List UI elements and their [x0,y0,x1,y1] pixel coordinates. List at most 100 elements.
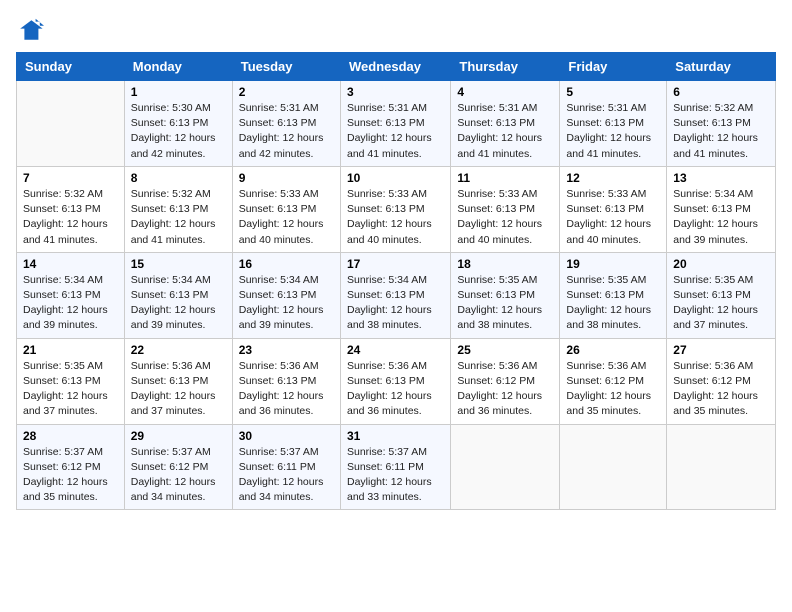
day-info: Sunrise: 5:32 AM Sunset: 6:13 PM Dayligh… [23,187,118,248]
day-number: 10 [347,171,444,185]
day-number: 18 [457,257,553,271]
day-cell: 22 Sunrise: 5:36 AM Sunset: 6:13 PM Dayli… [124,338,232,424]
day-number: 22 [131,343,226,357]
day-number: 13 [673,171,769,185]
day-number: 9 [239,171,334,185]
day-cell: 15 Sunrise: 5:34 AM Sunset: 6:13 PM Dayli… [124,252,232,338]
day-number: 30 [239,429,334,443]
day-number: 2 [239,85,334,99]
day-number: 5 [566,85,660,99]
day-cell: 18 Sunrise: 5:35 AM Sunset: 6:13 PM Dayli… [451,252,560,338]
day-info: Sunrise: 5:33 AM Sunset: 6:13 PM Dayligh… [566,187,660,248]
day-number: 8 [131,171,226,185]
day-number: 11 [457,171,553,185]
day-info: Sunrise: 5:35 AM Sunset: 6:13 PM Dayligh… [673,273,769,334]
day-number: 4 [457,85,553,99]
page-header [16,16,776,44]
day-cell [451,424,560,510]
day-number: 15 [131,257,226,271]
day-info: Sunrise: 5:35 AM Sunset: 6:13 PM Dayligh… [566,273,660,334]
day-info: Sunrise: 5:31 AM Sunset: 6:13 PM Dayligh… [566,101,660,162]
day-info: Sunrise: 5:37 AM Sunset: 6:12 PM Dayligh… [131,445,226,506]
day-info: Sunrise: 5:31 AM Sunset: 6:13 PM Dayligh… [457,101,553,162]
day-info: Sunrise: 5:36 AM Sunset: 6:13 PM Dayligh… [131,359,226,420]
day-cell: 6Sunrise: 5:32 AM Sunset: 6:13 PM Daylig… [667,81,776,167]
day-info: Sunrise: 5:35 AM Sunset: 6:13 PM Dayligh… [457,273,553,334]
day-info: Sunrise: 5:36 AM Sunset: 6:12 PM Dayligh… [457,359,553,420]
day-cell: 13Sunrise: 5:34 AM Sunset: 6:13 PM Dayli… [667,166,776,252]
day-number: 21 [23,343,118,357]
day-number: 16 [239,257,334,271]
day-number: 23 [239,343,334,357]
day-cell: 30Sunrise: 5:37 AM Sunset: 6:11 PM Dayli… [232,424,340,510]
day-info: Sunrise: 5:35 AM Sunset: 6:13 PM Dayligh… [23,359,118,420]
day-cell: 20 Sunrise: 5:35 AM Sunset: 6:13 PM Dayli… [667,252,776,338]
day-cell: 11 Sunrise: 5:33 AM Sunset: 6:13 PM Dayli… [451,166,560,252]
day-number: 3 [347,85,444,99]
day-cell: 3 Sunrise: 5:31 AM Sunset: 6:13 PM Daylig… [340,81,450,167]
day-info: Sunrise: 5:34 AM Sunset: 6:13 PM Dayligh… [239,273,334,334]
day-cell [560,424,667,510]
day-cell: 23Sunrise: 5:36 AM Sunset: 6:13 PM Dayli… [232,338,340,424]
day-cell: 31 Sunrise: 5:37 AM Sunset: 6:11 PM Dayli… [340,424,450,510]
day-cell: 8 Sunrise: 5:32 AM Sunset: 6:13 PM Daylig… [124,166,232,252]
day-number: 19 [566,257,660,271]
day-number: 20 [673,257,769,271]
week-row-3: 14 Sunrise: 5:34 AM Sunset: 6:13 PM Dayli… [17,252,776,338]
day-cell: 1 Sunrise: 5:30 AM Sunset: 6:13 PM Daylig… [124,81,232,167]
day-cell: 16 Sunrise: 5:34 AM Sunset: 6:13 PM Dayli… [232,252,340,338]
day-cell: 10 Sunrise: 5:33 AM Sunset: 6:13 PM Dayli… [340,166,450,252]
day-cell: 24Sunrise: 5:36 AM Sunset: 6:13 PM Dayli… [340,338,450,424]
day-info: Sunrise: 5:37 AM Sunset: 6:11 PM Dayligh… [347,445,444,506]
day-number: 28 [23,429,118,443]
day-number: 1 [131,85,226,99]
day-cell: 19 Sunrise: 5:35 AM Sunset: 6:13 PM Dayli… [560,252,667,338]
day-info: Sunrise: 5:33 AM Sunset: 6:13 PM Dayligh… [457,187,553,248]
day-info: Sunrise: 5:34 AM Sunset: 6:13 PM Dayligh… [347,273,444,334]
logo [16,16,48,44]
day-info: Sunrise: 5:31 AM Sunset: 6:13 PM Dayligh… [239,101,334,162]
day-cell: 27Sunrise: 5:36 AM Sunset: 6:12 PM Dayli… [667,338,776,424]
day-info: Sunrise: 5:30 AM Sunset: 6:13 PM Dayligh… [131,101,226,162]
day-cell: 17 Sunrise: 5:34 AM Sunset: 6:13 PM Dayli… [340,252,450,338]
day-info: Sunrise: 5:32 AM Sunset: 6:13 PM Dayligh… [673,101,769,162]
day-cell: 29 Sunrise: 5:37 AM Sunset: 6:12 PM Dayli… [124,424,232,510]
week-row-4: 21 Sunrise: 5:35 AM Sunset: 6:13 PM Dayli… [17,338,776,424]
day-number: 25 [457,343,553,357]
day-info: Sunrise: 5:36 AM Sunset: 6:12 PM Dayligh… [673,359,769,420]
header-cell-friday: Friday [560,53,667,81]
day-cell: 4 Sunrise: 5:31 AM Sunset: 6:13 PM Daylig… [451,81,560,167]
day-info: Sunrise: 5:32 AM Sunset: 6:13 PM Dayligh… [131,187,226,248]
week-row-2: 7 Sunrise: 5:32 AM Sunset: 6:13 PM Daylig… [17,166,776,252]
day-info: Sunrise: 5:36 AM Sunset: 6:12 PM Dayligh… [566,359,660,420]
day-cell: 25 Sunrise: 5:36 AM Sunset: 6:12 PM Dayli… [451,338,560,424]
day-cell: 21 Sunrise: 5:35 AM Sunset: 6:13 PM Dayli… [17,338,125,424]
header-cell-sunday: Sunday [17,53,125,81]
day-cell: 9 Sunrise: 5:33 AM Sunset: 6:13 PM Daylig… [232,166,340,252]
day-number: 31 [347,429,444,443]
day-cell: 14 Sunrise: 5:34 AM Sunset: 6:13 PM Dayli… [17,252,125,338]
day-info: Sunrise: 5:33 AM Sunset: 6:13 PM Dayligh… [347,187,444,248]
day-cell: 2 Sunrise: 5:31 AM Sunset: 6:13 PM Daylig… [232,81,340,167]
day-number: 12 [566,171,660,185]
day-info: Sunrise: 5:33 AM Sunset: 6:13 PM Dayligh… [239,187,334,248]
day-cell [667,424,776,510]
calendar-table: SundayMondayTuesdayWednesdayThursdayFrid… [16,52,776,510]
day-info: Sunrise: 5:31 AM Sunset: 6:13 PM Dayligh… [347,101,444,162]
day-cell [17,81,125,167]
header-row: SundayMondayTuesdayWednesdayThursdayFrid… [17,53,776,81]
day-number: 7 [23,171,118,185]
day-info: Sunrise: 5:34 AM Sunset: 6:13 PM Dayligh… [131,273,226,334]
day-number: 29 [131,429,226,443]
day-cell: 12 Sunrise: 5:33 AM Sunset: 6:13 PM Dayli… [560,166,667,252]
week-row-5: 28 Sunrise: 5:37 AM Sunset: 6:12 PM Dayli… [17,424,776,510]
logo-icon [16,16,44,44]
day-info: Sunrise: 5:34 AM Sunset: 6:13 PM Dayligh… [23,273,118,334]
day-number: 17 [347,257,444,271]
day-number: 14 [23,257,118,271]
day-info: Sunrise: 5:37 AM Sunset: 6:12 PM Dayligh… [23,445,118,506]
day-info: Sunrise: 5:36 AM Sunset: 6:13 PM Dayligh… [347,359,444,420]
day-cell: 5 Sunrise: 5:31 AM Sunset: 6:13 PM Daylig… [560,81,667,167]
header-cell-saturday: Saturday [667,53,776,81]
header-cell-monday: Monday [124,53,232,81]
